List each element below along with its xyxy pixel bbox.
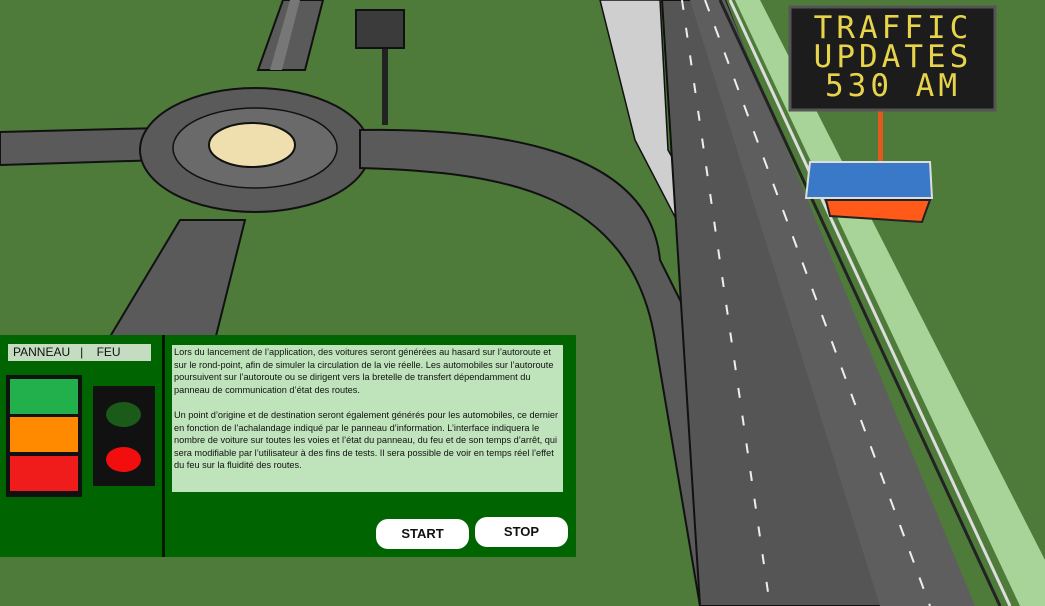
traffic-light-status — [93, 386, 155, 486]
traffic-light-head — [355, 9, 405, 49]
sign-line-3: 530 AM — [825, 68, 961, 104]
sign-green-indicator[interactable] — [10, 379, 78, 414]
sign-red-indicator[interactable] — [10, 456, 78, 491]
light-green-indicator[interactable] — [106, 402, 141, 427]
light-red-indicator[interactable] — [106, 447, 141, 472]
panel-header: PANNEAU | FEU — [8, 344, 151, 361]
traffic-light-pole — [382, 45, 388, 125]
west-road — [0, 126, 164, 167]
info-paragraph-2: Un point d’origine et de destination ser… — [174, 409, 559, 471]
panel-divider — [162, 335, 165, 557]
message-sign-status — [6, 375, 82, 497]
info-description: Lors du lancement de l’application, des … — [172, 345, 563, 492]
sign-orange-indicator[interactable] — [10, 417, 78, 452]
stop-button[interactable]: STOP — [475, 517, 568, 547]
traffic-sign-text: TRAFFIC UPDATES 530 AM — [798, 13, 988, 104]
solar-panel — [804, 161, 934, 199]
info-paragraph-1: Lors du lancement de l’application, des … — [174, 347, 554, 395]
start-button[interactable]: START — [376, 519, 469, 549]
roundabout-center — [208, 122, 296, 168]
